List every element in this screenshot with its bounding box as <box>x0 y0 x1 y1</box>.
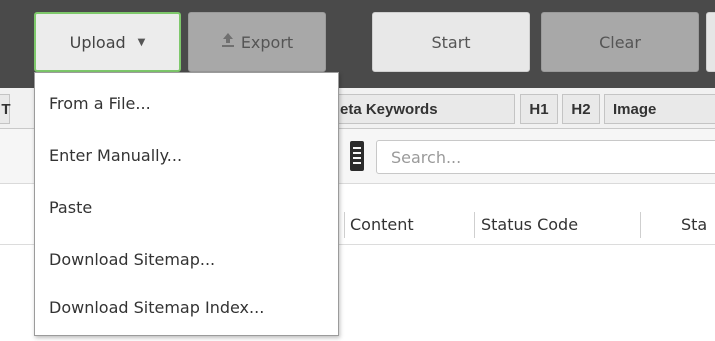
column-selector-icon[interactable] <box>350 141 364 171</box>
column-divider[interactable] <box>640 212 641 238</box>
export-button[interactable]: Export <box>188 12 326 72</box>
upload-dropdown-menu: From a File... Enter Manually... Paste D… <box>34 72 339 336</box>
column-header-status-code[interactable]: Status Code <box>481 204 631 244</box>
column-header-label: Content <box>350 214 414 234</box>
column-divider[interactable] <box>344 212 345 238</box>
tab-partial-left-label: T <box>1 100 11 118</box>
column-header-label: Status Code <box>481 214 579 234</box>
menu-item-paste[interactable]: Paste <box>35 185 338 229</box>
tab-label: H2 <box>571 100 591 118</box>
search-input[interactable] <box>376 140 715 174</box>
menu-item-download-sitemap-index[interactable]: Download Sitemap Index... <box>35 285 338 329</box>
export-button-label: Export <box>240 32 294 52</box>
tab-h1[interactable]: H1 <box>520 94 558 124</box>
tab-partial-left[interactable]: T <box>0 94 11 124</box>
upload-arrow-icon <box>221 32 235 52</box>
tab-label: H1 <box>529 100 549 118</box>
clear-button-label: Clear <box>599 32 641 52</box>
upload-button-label: Upload <box>69 32 126 52</box>
chevron-down-icon: ▼ <box>137 36 146 48</box>
column-divider[interactable] <box>474 212 475 238</box>
tab-label: Image <box>613 100 657 118</box>
column-header-content[interactable]: Content <box>350 204 470 244</box>
tab-images[interactable]: Image <box>604 94 715 124</box>
upload-button[interactable]: Upload ▼ <box>34 12 181 72</box>
menu-item-download-sitemap[interactable]: Download Sitemap... <box>35 237 338 281</box>
start-button-label: Start <box>431 32 471 52</box>
toolbar-button-partial[interactable] <box>706 12 715 72</box>
start-button[interactable]: Start <box>372 12 530 72</box>
column-header-label: Sta <box>681 214 708 234</box>
tab-label: eta Keywords <box>340 100 438 118</box>
menu-item-from-file[interactable]: From a File... <box>35 81 338 125</box>
tab-meta-keywords[interactable]: eta Keywords <box>335 94 515 124</box>
clear-button[interactable]: Clear <box>541 12 699 72</box>
column-header-status[interactable]: Sta <box>681 204 715 244</box>
menu-item-enter-manually[interactable]: Enter Manually... <box>35 133 338 177</box>
tab-h2[interactable]: H2 <box>562 94 600 124</box>
